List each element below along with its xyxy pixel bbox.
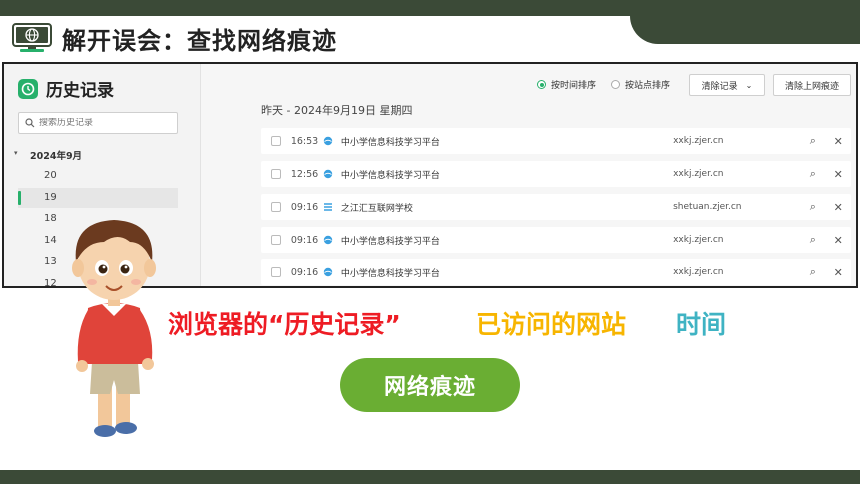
history-row[interactable]: 09:16 之江汇互联网学校 shetuan.zjer.cn ⌕ ✕ bbox=[261, 194, 851, 220]
search-icon[interactable]: ⌕ bbox=[800, 134, 825, 148]
site-favicon-icon bbox=[323, 136, 333, 146]
search-icon[interactable]: ⌕ bbox=[800, 233, 825, 247]
radio-selected[interactable] bbox=[537, 80, 546, 89]
sort-by-time-label: 按时间排序 bbox=[551, 81, 597, 91]
history-row[interactable]: 09:16 中小学信息科技学习平台 xxkj.zjer.cn ⌕ ✕ bbox=[261, 259, 851, 285]
date-heading: 昨天 - 2024年9月19日 星期四 bbox=[261, 104, 413, 117]
history-caption: 浏览器的“历史记录” bbox=[168, 310, 401, 339]
network-traces-button[interactable]: 网络痕迹 bbox=[340, 358, 520, 412]
history-search-input[interactable] bbox=[39, 118, 169, 128]
close-icon[interactable]: ✕ bbox=[826, 168, 851, 181]
day-item[interactable]: 20 bbox=[18, 166, 178, 186]
row-checkbox[interactable] bbox=[271, 267, 281, 277]
row-url: xxkj.zjer.cn bbox=[673, 267, 724, 277]
row-url: xxkj.zjer.cn bbox=[673, 235, 724, 245]
row-site[interactable]: 中小学信息科技学习平台 bbox=[341, 135, 673, 148]
row-checkbox[interactable] bbox=[271, 235, 281, 245]
computer-monitor-icon bbox=[12, 23, 52, 52]
clear-records-label: 清除记录 bbox=[701, 81, 738, 92]
row-url: xxkj.zjer.cn bbox=[673, 136, 724, 146]
history-row[interactable]: 09:16 中小学信息科技学习平台 xxkj.zjer.cn ⌕ ✕ bbox=[261, 227, 851, 253]
banner-tab-decoration bbox=[630, 14, 860, 44]
chevron-down-icon: ⌄ bbox=[745, 80, 753, 90]
site-favicon-icon bbox=[323, 169, 333, 179]
row-site[interactable]: 中小学信息科技学习平台 bbox=[341, 234, 673, 247]
row-site[interactable]: 中小学信息科技学习平台 bbox=[341, 168, 673, 181]
sort-by-time-option[interactable]: 按时间排序 bbox=[537, 78, 596, 91]
page-title: 解开误会：查找网络痕迹 bbox=[62, 26, 337, 55]
search-icon[interactable]: ⌕ bbox=[800, 167, 825, 181]
row-checkbox[interactable] bbox=[271, 136, 281, 146]
site-favicon-icon bbox=[323, 235, 333, 245]
row-time: 09:16 bbox=[290, 234, 319, 246]
site-favicon-icon bbox=[323, 267, 333, 277]
history-title: 历史记录 bbox=[46, 81, 114, 101]
sort-by-site-option[interactable]: 按站点排序 bbox=[611, 78, 670, 91]
search-icon[interactable]: ⌕ bbox=[800, 265, 825, 279]
chevron-down-icon: ▾ bbox=[14, 149, 18, 157]
row-checkbox[interactable] bbox=[271, 169, 281, 179]
sort-by-site-label: 按站点排序 bbox=[625, 81, 671, 91]
month-label: 2024年9月 bbox=[30, 151, 83, 162]
row-url: xxkj.zjer.cn bbox=[673, 169, 724, 179]
visited-sites-caption: 已访问的网站 bbox=[476, 310, 627, 339]
day-item-active[interactable]: 19 bbox=[18, 188, 178, 208]
row-time: 16:53 bbox=[290, 135, 319, 147]
close-icon[interactable]: ✕ bbox=[826, 135, 851, 148]
history-search-box[interactable] bbox=[18, 112, 178, 134]
close-icon[interactable]: ✕ bbox=[826, 201, 851, 214]
radio-unselected[interactable] bbox=[611, 80, 620, 89]
slide-header: 解开误会：查找网络痕迹 bbox=[12, 18, 337, 58]
row-time: 12:56 bbox=[290, 168, 319, 180]
month-group-toggle[interactable]: ▾ 2024年9月 bbox=[14, 148, 83, 162]
time-caption: 时间 bbox=[676, 310, 727, 339]
row-url: shetuan.zjer.cn bbox=[673, 202, 742, 212]
row-time: 09:16 bbox=[290, 266, 319, 278]
history-row[interactable]: 16:53 中小学信息科技学习平台 xxkj.zjer.cn ⌕ ✕ bbox=[261, 128, 851, 154]
close-icon[interactable]: ✕ bbox=[826, 266, 851, 279]
row-site[interactable]: 中小学信息科技学习平台 bbox=[341, 266, 673, 279]
history-main-panel: 按时间排序 按站点排序 清除记录 ⌄ 清除上网痕迹 昨天 - 2024年9月19… bbox=[201, 64, 856, 286]
search-icon bbox=[25, 118, 35, 128]
history-row[interactable]: 12:56 中小学信息科技学习平台 xxkj.zjer.cn ⌕ ✕ bbox=[261, 161, 851, 187]
cartoon-boy-illustration bbox=[72, 220, 156, 437]
site-favicon-icon bbox=[323, 202, 333, 212]
clear-traces-button[interactable]: 清除上网痕迹 bbox=[773, 74, 851, 96]
row-time: 09:16 bbox=[290, 201, 319, 213]
close-icon[interactable]: ✕ bbox=[826, 234, 851, 247]
row-site[interactable]: 之江汇互联网学校 bbox=[341, 201, 673, 214]
history-sidebar-header: 历史记录 bbox=[18, 76, 114, 101]
row-checkbox[interactable] bbox=[271, 202, 281, 212]
clear-records-button[interactable]: 清除记录 ⌄ bbox=[689, 74, 765, 96]
search-icon[interactable]: ⌕ bbox=[800, 200, 825, 214]
history-clock-icon bbox=[18, 78, 38, 99]
bottom-banner bbox=[0, 470, 860, 484]
